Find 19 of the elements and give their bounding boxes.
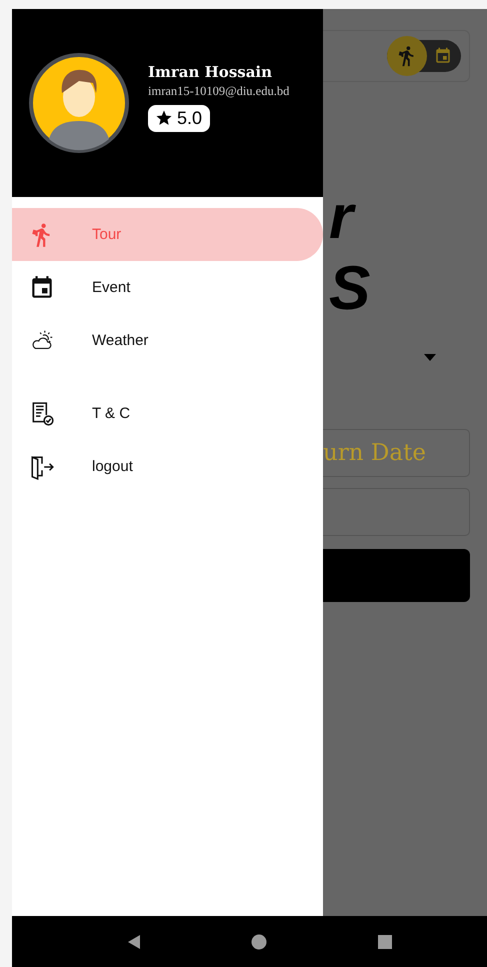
user-name: Imran Hossain — [148, 62, 274, 80]
back-icon[interactable] — [127, 934, 142, 950]
avatar-icon — [29, 53, 129, 153]
input-field[interactable] — [323, 488, 470, 536]
dropdown-caret-icon[interactable] — [424, 354, 436, 361]
calendar-icon — [434, 47, 452, 65]
menu-item[interactable]: T & C — [12, 387, 323, 440]
menu-item[interactable]: Weather — [12, 314, 323, 367]
menu-item[interactable]: Event — [12, 261, 323, 314]
logo-text: S — [329, 253, 372, 324]
recents-icon[interactable] — [378, 934, 392, 948]
rating-value: 5.0 — [177, 108, 202, 128]
star-icon — [155, 109, 173, 127]
door-exit-icon — [29, 454, 55, 480]
menu-item[interactable]: logout — [12, 440, 323, 493]
user-email: imran15-10109@diu.edu.bd — [148, 84, 290, 98]
home-icon[interactable] — [251, 934, 268, 950]
toggle-option[interactable] — [387, 36, 427, 76]
logo-text: r — [329, 182, 470, 253]
